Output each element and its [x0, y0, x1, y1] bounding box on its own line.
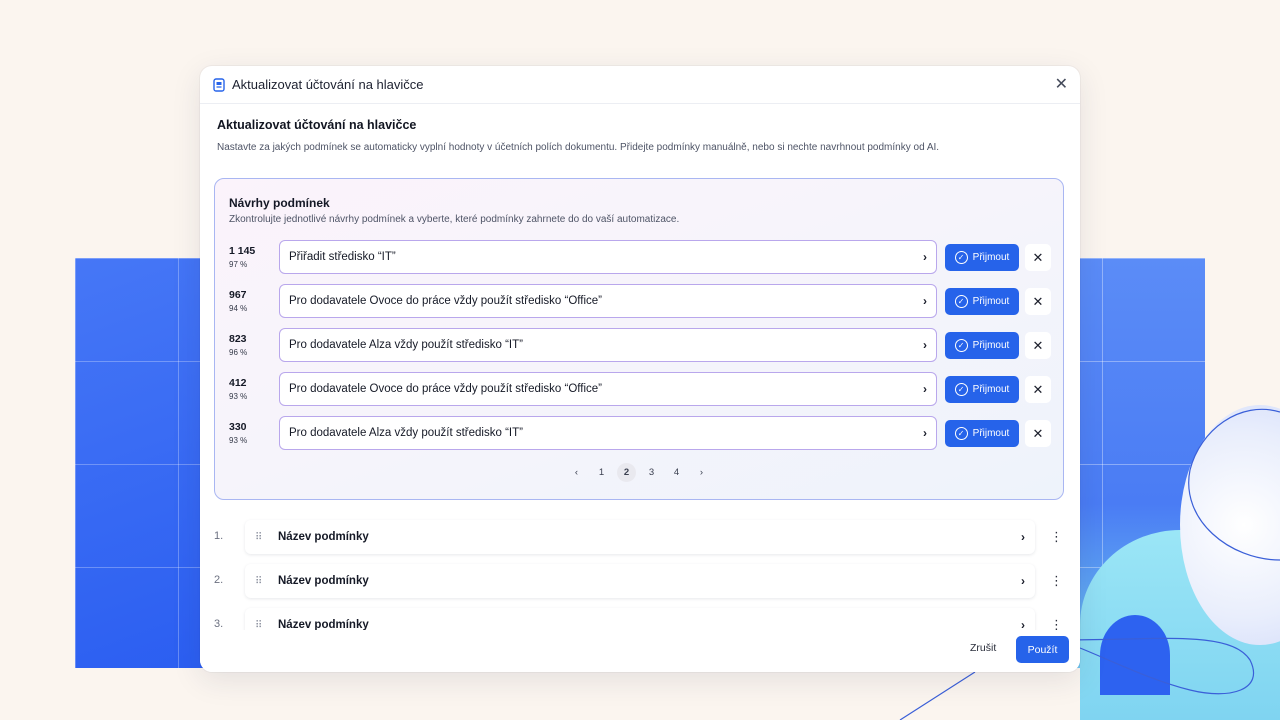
- suggestion-row: 412 93 % Pro dodavatele Ovoce do práce v…: [229, 372, 1051, 406]
- suggestion-row: 330 93 % Pro dodavatele Alza vždy použít…: [229, 416, 1051, 450]
- condition-suggestions-panel: Návrhy podmínek Zkontrolujte jednotlivé …: [214, 178, 1064, 500]
- dialog-footer: Zrušit Použít: [200, 630, 1080, 672]
- check-circle-icon: ✓: [954, 339, 968, 352]
- suggestion-confidence: 93 %: [229, 392, 248, 401]
- suggestion-field[interactable]: Pro dodavatele Ovoce do práce vždy použí…: [279, 372, 937, 406]
- suggestion-field[interactable]: Pro dodavatele Alza vždy použít středisk…: [279, 416, 937, 450]
- suggestion-label: Pro dodavatele Ovoce do práce vždy použí…: [289, 383, 602, 395]
- suggestion-label: Přiřadit středisko “IT”: [289, 251, 396, 263]
- accept-button-label: Přijmout: [972, 252, 1010, 263]
- close-icon: ✕: [1032, 293, 1044, 309]
- chevron-right-icon: ›: [923, 338, 927, 352]
- suggestion-row: 967 94 % Pro dodavatele Ovoce do práce v…: [229, 284, 1051, 318]
- pagination-page-current[interactable]: 2: [617, 463, 636, 482]
- more-options-icon[interactable]: ⋮: [1050, 573, 1063, 589]
- suggestion-field[interactable]: Pro dodavatele Ovoce do práce vždy použí…: [279, 284, 937, 318]
- suggestions-description: Zkontrolujte jednotlivé návrhy podmínek …: [229, 214, 680, 225]
- close-icon: ✕: [1032, 337, 1044, 353]
- suggestion-confidence: 94 %: [229, 304, 248, 313]
- dialog-header-title: Aktualizovat účtování na hlavičce: [232, 77, 424, 92]
- suggestion-row: 1 145 97 % Přiřadit středisko “IT” › ✓ P…: [229, 240, 1051, 274]
- drag-handle-icon[interactable]: ⠿: [255, 620, 264, 630]
- suggestion-count: 412: [229, 377, 247, 389]
- suggestion-confidence: 93 %: [229, 436, 248, 445]
- accept-button-label: Přijmout: [972, 296, 1010, 307]
- pagination-prev-icon[interactable]: ‹: [567, 463, 586, 482]
- document-icon: [213, 77, 225, 92]
- chevron-right-icon: ›: [923, 426, 927, 440]
- condition-label: Název podmínky: [278, 575, 369, 587]
- accept-button[interactable]: ✓ Přijmout: [945, 244, 1019, 271]
- pagination-page[interactable]: 4: [667, 463, 686, 482]
- suggestion-count: 330: [229, 421, 247, 433]
- dialog-header: Aktualizovat účtování na hlavičce ✕: [200, 66, 1080, 104]
- suggestions-title: Návrhy podmínek: [229, 196, 330, 210]
- apply-button[interactable]: Použít: [1016, 636, 1069, 663]
- chevron-right-icon: ›: [1021, 574, 1025, 588]
- reject-button[interactable]: ✕: [1025, 288, 1051, 315]
- drag-handle-icon[interactable]: ⠿: [255, 532, 264, 542]
- pagination-page[interactable]: 1: [592, 463, 611, 482]
- reject-button[interactable]: ✕: [1025, 332, 1051, 359]
- page-description: Nastavte za jakých podmínek se automatic…: [217, 142, 940, 153]
- chevron-right-icon: ›: [923, 382, 927, 396]
- suggestion-confidence: 96 %: [229, 348, 248, 357]
- chevron-right-icon: ›: [923, 250, 927, 264]
- suggestion-count: 967: [229, 289, 247, 301]
- chevron-right-icon: ›: [1021, 530, 1025, 544]
- condition-row: 1. ⠿ Název podmínky › ⋮: [214, 520, 1066, 554]
- pagination-next-icon[interactable]: ›: [692, 463, 711, 482]
- suggestion-confidence: 97 %: [229, 260, 248, 269]
- suggestion-count: 1 145: [229, 245, 256, 257]
- accept-button[interactable]: ✓ Přijmout: [945, 288, 1019, 315]
- condition-card[interactable]: ⠿ Název podmínky ›: [245, 564, 1035, 598]
- suggestion-label: Pro dodavatele Alza vždy použít středisk…: [289, 427, 523, 439]
- pagination: ‹ 1 2 3 4 ›: [215, 463, 1063, 482]
- close-icon: ✕: [1032, 425, 1044, 441]
- reject-button[interactable]: ✕: [1025, 420, 1051, 447]
- chevron-right-icon: ›: [923, 294, 927, 308]
- accept-button-label: Přijmout: [972, 428, 1010, 439]
- check-circle-icon: ✓: [954, 295, 968, 308]
- condition-number: 3.: [214, 618, 224, 630]
- close-icon: ✕: [1032, 381, 1044, 397]
- accept-button-label: Přijmout: [972, 384, 1010, 395]
- drag-handle-icon[interactable]: ⠿: [255, 576, 264, 586]
- reject-button[interactable]: ✕: [1025, 376, 1051, 403]
- page-title: Aktualizovat účtování na hlavičce: [217, 118, 417, 132]
- suggestion-row: 823 96 % Pro dodavatele Alza vždy použít…: [229, 328, 1051, 362]
- accept-button[interactable]: ✓ Přijmout: [945, 376, 1019, 403]
- update-accounting-dialog: Aktualizovat účtování na hlavičce ✕ Aktu…: [200, 66, 1080, 672]
- accept-button[interactable]: ✓ Přijmout: [945, 332, 1019, 359]
- more-options-icon[interactable]: ⋮: [1050, 529, 1063, 545]
- reject-button[interactable]: ✕: [1025, 244, 1051, 271]
- suggestion-label: Pro dodavatele Alza vždy použít středisk…: [289, 339, 523, 351]
- condition-row: 2. ⠿ Název podmínky › ⋮: [214, 564, 1066, 598]
- cancel-button[interactable]: Zrušit: [970, 642, 996, 654]
- suggestion-field[interactable]: Přiřadit středisko “IT” ›: [279, 240, 937, 274]
- check-circle-icon: ✓: [954, 251, 968, 264]
- suggestion-label: Pro dodavatele Ovoce do práce vždy použí…: [289, 295, 602, 307]
- condition-label: Název podmínky: [278, 531, 369, 543]
- close-icon[interactable]: ✕: [1055, 76, 1068, 93]
- check-circle-icon: ✓: [954, 383, 968, 396]
- condition-number: 1.: [214, 530, 224, 542]
- suggestion-field[interactable]: Pro dodavatele Alza vždy použít středisk…: [279, 328, 937, 362]
- condition-number: 2.: [214, 574, 224, 586]
- close-icon: ✕: [1032, 249, 1044, 265]
- accept-button[interactable]: ✓ Přijmout: [945, 420, 1019, 447]
- pagination-page[interactable]: 3: [642, 463, 661, 482]
- check-circle-icon: ✓: [954, 427, 968, 440]
- condition-card[interactable]: ⠿ Název podmínky ›: [245, 520, 1035, 554]
- suggestion-count: 823: [229, 333, 247, 345]
- accept-button-label: Přijmout: [972, 340, 1010, 351]
